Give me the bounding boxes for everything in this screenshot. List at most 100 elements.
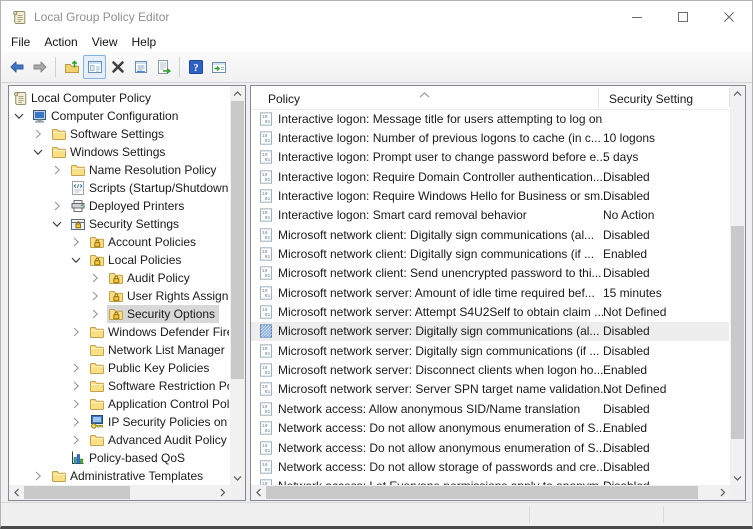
expand-chevron-icon[interactable]: [68, 234, 88, 250]
tree-item-local-computer-policy[interactable]: Local Computer Policy: [9, 89, 229, 107]
show-console-tree-button[interactable]: [83, 55, 106, 79]
policy-row[interactable]: 1001Interactive logon: Require Windows H…: [251, 186, 729, 205]
policy-row[interactable]: 1001Interactive logon: Prompt user to ch…: [251, 148, 729, 167]
tree-item-windows-settings[interactable]: Windows Settings: [9, 143, 229, 161]
tree-item-computer-configuration[interactable]: Computer Configuration: [9, 107, 229, 125]
policy-row[interactable]: 1001Interactive logon: Message title for…: [251, 109, 729, 128]
maximize-button[interactable]: [660, 1, 706, 32]
tree-item-application-control-policies[interactable]: Application Control Policies: [9, 395, 229, 413]
policy-row[interactable]: 1001Network access: Do not allow storage…: [251, 457, 729, 476]
tree-item-security-options[interactable]: Security Options: [9, 305, 229, 323]
help-button[interactable]: ?: [184, 55, 207, 79]
policy-row[interactable]: 1001Microsoft network server: Server SPN…: [251, 380, 729, 399]
expand-chevron-icon[interactable]: [68, 378, 88, 394]
policy-doc-icon: 1001: [259, 382, 273, 396]
policy-doc-icon: 1001: [259, 441, 273, 455]
minimize-button[interactable]: [614, 1, 660, 32]
menu-help[interactable]: Help: [125, 33, 164, 51]
policy-row[interactable]: 1001Network access: Allow anonymous SID/…: [251, 399, 729, 418]
policy-row[interactable]: 1001Microsoft network client: Send unenc…: [251, 264, 729, 283]
menu-action[interactable]: Action: [37, 33, 84, 51]
policy-doc-icon: 1001: [259, 460, 273, 474]
policy-row[interactable]: 1001Microsoft network client: Digitally …: [251, 225, 729, 244]
tree-item-user-rights-assignment[interactable]: User Rights Assignment: [9, 287, 229, 305]
up-one-level-button[interactable]: [60, 55, 83, 79]
tree-hscroll-thumb[interactable]: [24, 486, 130, 499]
menu-file[interactable]: File: [4, 33, 37, 51]
export-list-button[interactable]: [152, 55, 175, 79]
column-divider[interactable]: [598, 88, 599, 107]
expand-chevron-icon[interactable]: [87, 288, 107, 304]
tree-item-administrative-templates[interactable]: Administrative Templates: [9, 467, 229, 484]
expand-chevron-icon[interactable]: [30, 126, 50, 142]
expand-chevron-icon[interactable]: [87, 270, 107, 286]
policy-row[interactable]: 1001Interactive logon: Smart card remova…: [251, 206, 729, 225]
close-button[interactable]: [706, 1, 752, 32]
collapse-chevron-icon[interactable]: [30, 144, 50, 160]
expand-chevron-icon[interactable]: [68, 414, 88, 430]
expand-chevron-icon[interactable]: [49, 162, 69, 178]
expand-chevron-icon[interactable]: [30, 468, 50, 484]
list-vertical-scrollbar[interactable]: [730, 86, 745, 485]
delete-button[interactable]: [106, 55, 129, 79]
tree-item-advanced-audit-policy-configuration[interactable]: Advanced Audit Policy Configuration: [9, 431, 229, 449]
tree-item-label: Local Policies: [108, 253, 181, 267]
list-scroll-up-button[interactable]: [730, 86, 745, 101]
tree-item-windows-defender-firewall[interactable]: Windows Defender Firewall: [9, 323, 229, 341]
column-header-security-setting[interactable]: Security Setting: [603, 86, 699, 109]
collapse-chevron-icon[interactable]: [68, 252, 88, 268]
tree-item-security-settings[interactable]: Security Settings: [9, 215, 229, 233]
tree-item-label: User Rights Assignment: [127, 289, 229, 303]
tree-scroll-up-button[interactable]: [230, 86, 245, 101]
tree-item-account-policies[interactable]: Account Policies: [9, 233, 229, 251]
policy-row[interactable]: 1001Network access: Do not allow anonymo…: [251, 438, 729, 457]
tree-item-name-resolution-policy[interactable]: Name Resolution Policy: [9, 161, 229, 179]
expand-chevron-icon[interactable]: [68, 360, 88, 376]
tree-vertical-scrollbar[interactable]: [230, 86, 245, 485]
menu-view[interactable]: View: [85, 33, 125, 51]
list-scroll-right-button[interactable]: [715, 485, 730, 500]
expand-chevron-icon[interactable]: [68, 432, 88, 448]
tree-scroll-right-button[interactable]: [215, 485, 230, 500]
tree-item-software-restriction-policies[interactable]: Software Restriction Policies: [9, 377, 229, 395]
tree-item-public-key-policies[interactable]: Public Key Policies: [9, 359, 229, 377]
policy-row[interactable]: 1001Microsoft network server: Disconnect…: [251, 360, 729, 379]
tree-item-local-policies[interactable]: Local Policies: [9, 251, 229, 269]
policy-row[interactable]: Microsoft network server: Digitally sign…: [251, 322, 729, 341]
policy-row[interactable]: 1001Microsoft network server: Amount of …: [251, 283, 729, 302]
expand-chevron-icon[interactable]: [68, 396, 88, 412]
tree-item-policy-based-qos[interactable]: Policy-based QoS: [9, 449, 229, 467]
policy-row[interactable]: 1001Microsoft network client: Digitally …: [251, 244, 729, 263]
properties-button[interactable]: [129, 55, 152, 79]
collapse-chevron-icon[interactable]: [11, 108, 31, 124]
column-header-policy[interactable]: Policy: [262, 86, 306, 109]
policy-row[interactable]: 1001Interactive logon: Require Domain Co…: [251, 167, 729, 186]
expand-chevron-icon[interactable]: [87, 306, 107, 322]
policy-row[interactable]: 1001Network access: Let Everyone permiss…: [251, 477, 729, 485]
expand-chevron-icon[interactable]: [49, 198, 69, 214]
tree-item-ip-security-policies-on-local-computer[interactable]: IP Security Policies on Local Computer: [9, 413, 229, 431]
tree-item-software-settings[interactable]: Software Settings: [9, 125, 229, 143]
list-scroll-down-button[interactable]: [730, 470, 745, 485]
policy-row[interactable]: 1001Interactive logon: Number of previou…: [251, 128, 729, 147]
tree-vscroll-thumb[interactable]: [231, 101, 244, 379]
forward-button[interactable]: [28, 55, 51, 79]
list-scroll-left-button[interactable]: [251, 485, 266, 500]
list-vscroll-thumb[interactable]: [731, 226, 744, 439]
policy-row[interactable]: 1001Microsoft network server: Attempt S4…: [251, 302, 729, 321]
list-horizontal-scrollbar[interactable]: [251, 485, 730, 500]
back-button[interactable]: [5, 55, 28, 79]
policy-row[interactable]: 1001Microsoft network server: Digitally …: [251, 341, 729, 360]
tree-item-deployed-printers[interactable]: Deployed Printers: [9, 197, 229, 215]
tree-item-audit-policy[interactable]: Audit Policy: [9, 269, 229, 287]
new-window-button[interactable]: [207, 55, 230, 79]
tree-horizontal-scrollbar[interactable]: [9, 485, 230, 500]
list-hscroll-thumb[interactable]: [266, 486, 698, 499]
tree-item-network-list-manager-policies[interactable]: Network List Manager Policies: [9, 341, 229, 359]
policy-row[interactable]: 1001Network access: Do not allow anonymo…: [251, 419, 729, 438]
collapse-chevron-icon[interactable]: [49, 216, 69, 232]
tree-scroll-left-button[interactable]: [9, 485, 24, 500]
tree-item-scripts-startup-shutdown[interactable]: Scripts (Startup/Shutdown): [9, 179, 229, 197]
tree-scroll-down-button[interactable]: [230, 470, 245, 485]
expand-chevron-icon[interactable]: [68, 324, 88, 340]
